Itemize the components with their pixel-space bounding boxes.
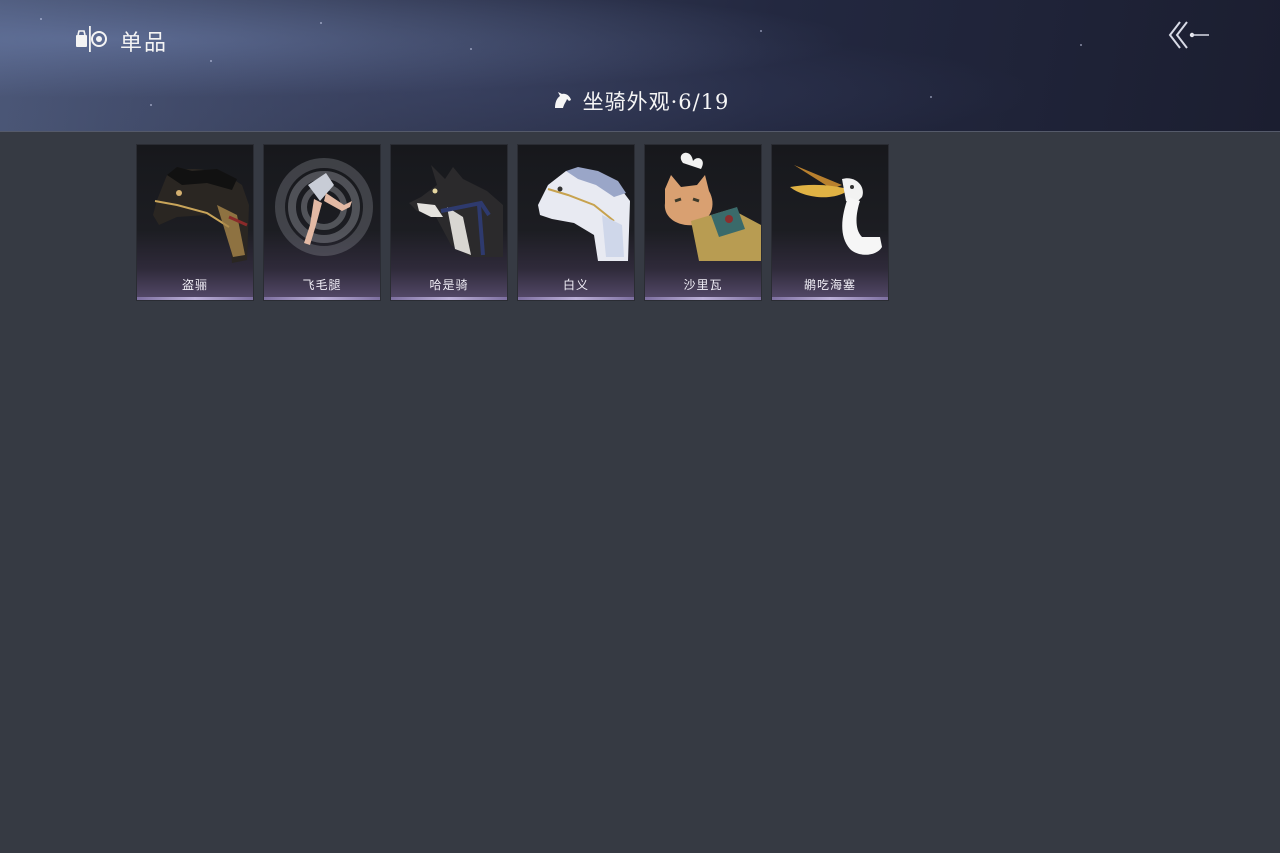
page-title: 单品 [120,31,169,56]
item-name: 沙里瓦 [683,278,723,292]
shop-logo-icon [74,22,108,60]
section-label: 坐骑外观·6/19 [582,90,730,114]
section-title: 坐骑外观·6/19 [0,84,1280,118]
armored-cat-icon [645,145,761,267]
white-horse-icon [518,145,634,267]
item-card[interactable]: 哈是骑 [390,144,508,301]
item-name: 鹕吃海塞 [803,278,856,292]
item-name: 白义 [562,278,589,292]
spinning-legs-icon [264,145,380,267]
item-card[interactable]: 盗骊 [136,144,254,301]
double-chevron-left-icon [1166,21,1212,56]
husky-icon [391,145,507,267]
item-card[interactable]: 白义 [517,144,635,301]
back-button[interactable] [1166,18,1212,52]
item-card[interactable]: 鹕吃海塞 [771,144,889,301]
pelican-icon [772,145,888,267]
header-banner: 单品 坐骑外观·6/19 [0,0,1280,132]
armored-horse-icon [137,145,253,267]
item-card[interactable]: 沙里瓦 [644,144,762,301]
item-name: 飞毛腿 [302,278,342,292]
horse-head-icon [551,88,573,114]
brand: 单品 [74,24,168,58]
item-name: 哈是骑 [429,278,469,292]
item-card[interactable]: 飞毛腿 [263,144,381,301]
item-grid: 盗骊 飞毛腿 哈是骑 白义 沙里瓦 鹕吃海塞 [136,144,889,301]
item-name: 盗骊 [181,278,208,292]
